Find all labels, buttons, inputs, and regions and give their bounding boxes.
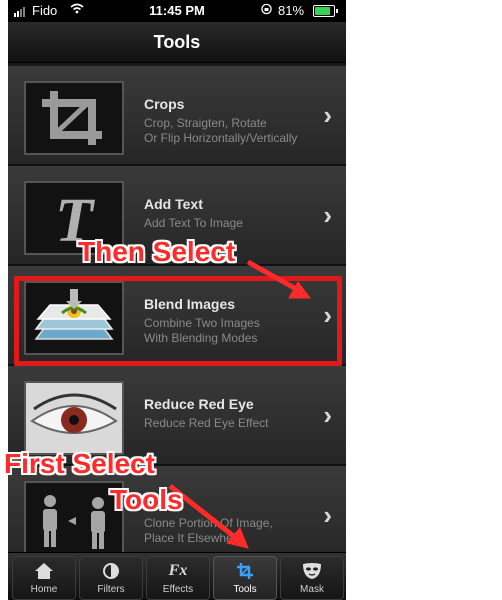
tools-annotation: Tools <box>110 484 183 515</box>
annotation-arrows <box>168 259 311 549</box>
then-select-annotation: Then Select <box>78 236 236 267</box>
arrow-to-blend-images <box>246 259 300 293</box>
first-select-annotation: First Select <box>4 448 155 479</box>
